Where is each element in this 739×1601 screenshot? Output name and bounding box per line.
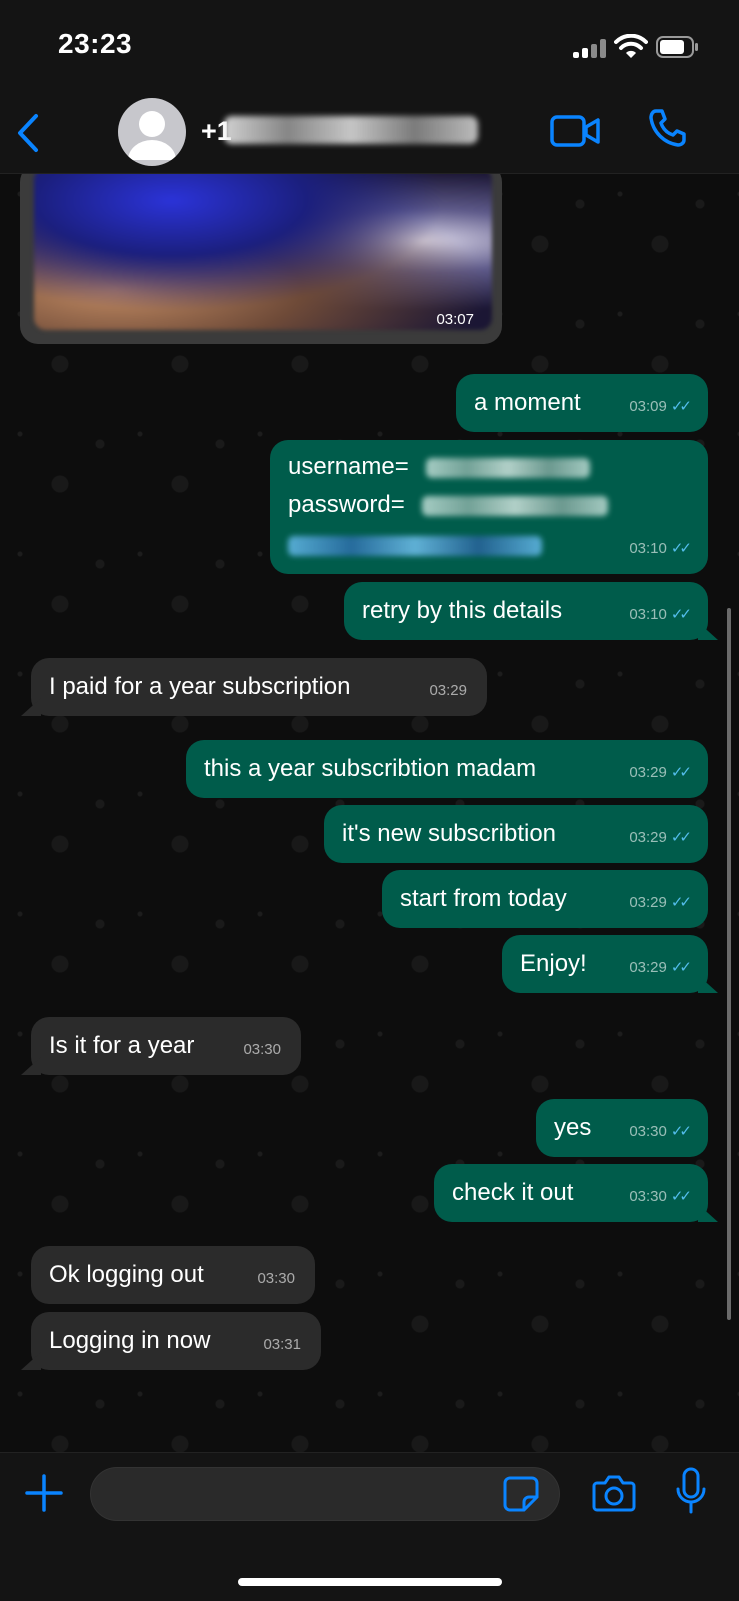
blurred-image xyxy=(34,174,492,330)
message-time: 03:10 xyxy=(629,606,667,623)
message-meta: 03:10 ✓✓ xyxy=(629,600,692,630)
phone-call-icon[interactable] xyxy=(648,108,686,148)
cellular-signal-icon xyxy=(573,38,607,58)
message-text: yes xyxy=(554,1114,592,1141)
credentials-message[interactable]: username= password= 03:10 ✓✓ xyxy=(270,440,708,574)
message-text: I paid for a year subscription xyxy=(49,673,351,700)
message-text: it's new subscribtion xyxy=(342,820,557,847)
camera-icon[interactable] xyxy=(592,1473,636,1513)
back-chevron-icon[interactable] xyxy=(14,112,44,154)
read-ticks-icon: ✓✓ xyxy=(670,894,692,911)
read-ticks-icon: ✓✓ xyxy=(670,1188,692,1205)
redacted-username xyxy=(426,458,590,478)
message-text: Is it for a year xyxy=(49,1032,195,1059)
message-text: this a year subscribtion madam xyxy=(204,755,537,782)
message-bubble[interactable]: start from today 03:29 ✓✓ xyxy=(382,870,708,928)
message-bubble[interactable]: retry by this details 03:10 ✓✓ xyxy=(344,582,718,640)
message-text: retry by this details xyxy=(362,597,563,624)
message-time: 03:29 xyxy=(629,764,667,781)
redacted-password xyxy=(422,496,608,516)
status-bar: 23:23 xyxy=(0,0,739,96)
plus-icon[interactable] xyxy=(24,1473,64,1513)
message-bubble[interactable]: yes 03:30 ✓✓ xyxy=(536,1099,708,1157)
microphone-icon[interactable] xyxy=(674,1467,708,1515)
message-meta: 03:30 ✓✓ xyxy=(629,1182,692,1212)
chat-header: +1 xyxy=(0,96,739,174)
message-time: 03:29 xyxy=(629,894,667,911)
message-time: 03:29 xyxy=(629,959,667,976)
bubble-tail xyxy=(698,622,718,640)
message-meta: 03:30 ✓✓ xyxy=(629,1117,692,1147)
message-time: 03:31 xyxy=(263,1336,301,1353)
read-ticks-icon: ✓✓ xyxy=(670,540,692,557)
read-ticks-icon: ✓✓ xyxy=(670,829,692,846)
bubble-tail xyxy=(698,1204,718,1222)
message-meta: 03:29 ✓✓ xyxy=(629,823,692,853)
password-label: password= xyxy=(288,491,405,518)
message-text: check it out xyxy=(452,1179,574,1206)
read-ticks-icon: ✓✓ xyxy=(670,959,692,976)
message-time: 03:09 xyxy=(629,398,667,415)
message-input[interactable] xyxy=(90,1467,560,1521)
status-time: 23:23 xyxy=(58,28,133,59)
message-bubble[interactable]: Is it for a year 03:30 xyxy=(21,1017,301,1075)
avatar[interactable] xyxy=(118,98,186,166)
battery-icon xyxy=(656,36,700,58)
message-time: 03:30 xyxy=(629,1123,667,1140)
bubble-tail xyxy=(21,698,41,716)
message-meta: 03:09 ✓✓ xyxy=(629,392,692,422)
message-time: 03:30 xyxy=(243,1041,281,1058)
message-meta: 03:29 ✓✓ xyxy=(629,953,692,983)
sticker-icon[interactable] xyxy=(502,1475,540,1513)
message-time: 03:29 xyxy=(429,682,467,699)
message-bubble[interactable]: it's new subscribtion 03:29 ✓✓ xyxy=(324,805,708,863)
read-ticks-icon: ✓✓ xyxy=(670,1123,692,1140)
bubble-tail xyxy=(21,1352,41,1370)
message-text: a moment xyxy=(474,389,581,416)
message-bubble[interactable]: Logging in now 03:31 xyxy=(21,1312,321,1370)
read-ticks-icon: ✓✓ xyxy=(670,606,692,623)
username-label: username= xyxy=(288,453,409,480)
message-bubble[interactable]: this a year subscribtion madam 03:29 ✓✓ xyxy=(186,740,708,798)
bubble-tail xyxy=(698,975,718,993)
message-time: 03:30 xyxy=(629,1188,667,1205)
message-text: Logging in now xyxy=(49,1327,211,1354)
wifi-icon xyxy=(614,34,648,60)
message-text: Enjoy! xyxy=(520,950,587,977)
redacted-link[interactable] xyxy=(288,536,542,556)
message-time: 03:07 xyxy=(436,311,474,328)
bubble-tail xyxy=(21,1057,41,1075)
message-time: 03:29 xyxy=(629,829,667,846)
home-indicator[interactable] xyxy=(238,1578,502,1586)
message-meta: 03:29 ✓✓ xyxy=(629,888,692,918)
video-call-icon[interactable] xyxy=(550,114,602,148)
message-bubble[interactable]: I paid for a year subscription 03:29 xyxy=(21,658,487,716)
redacted-number xyxy=(224,116,478,144)
message-bubble[interactable]: Enjoy! 03:29 ✓✓ xyxy=(502,935,718,993)
message-meta: 03:29 ✓✓ xyxy=(629,758,692,788)
read-ticks-icon: ✓✓ xyxy=(670,764,692,781)
scrollbar[interactable] xyxy=(727,608,731,1320)
message-time: 03:10 xyxy=(629,540,667,557)
message-bubble[interactable]: check it out 03:30 ✓✓ xyxy=(434,1164,718,1222)
image-message[interactable]: 03:07 xyxy=(20,174,502,344)
message-text: start from today xyxy=(400,885,567,912)
message-meta: 03:10 ✓✓ xyxy=(629,534,692,564)
message-bubble[interactable]: a moment 03:09 ✓✓ xyxy=(456,374,708,432)
message-list[interactable]: 03:07 a moment 03:09 ✓✓ username= passwor… xyxy=(0,174,739,1452)
message-text: Ok logging out xyxy=(49,1261,204,1288)
message-time: 03:30 xyxy=(257,1270,295,1287)
message-bubble[interactable]: Ok logging out 03:30 xyxy=(31,1246,315,1304)
read-ticks-icon: ✓✓ xyxy=(670,398,692,415)
